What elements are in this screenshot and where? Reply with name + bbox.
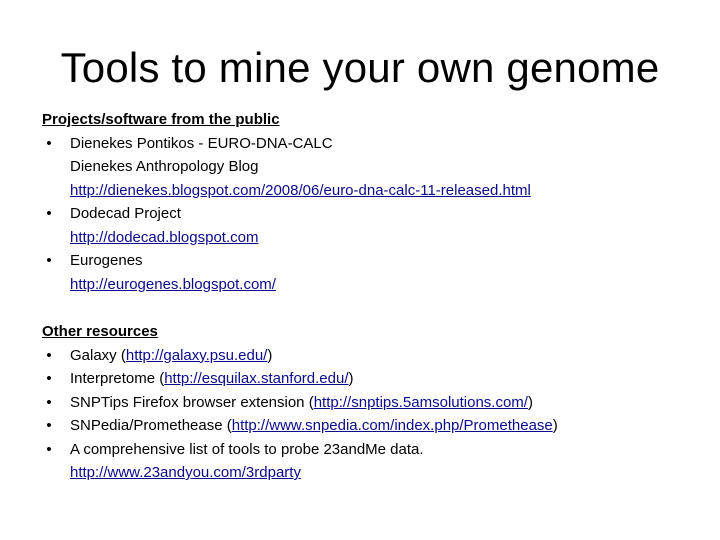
item-text: Galaxy ( xyxy=(70,346,126,364)
item-text-suffix: ) xyxy=(348,370,354,387)
other-resources-list: • Galaxy (http://galaxy.psu.edu/) • Inte… xyxy=(42,344,702,485)
interpretome-link[interactable]: http://esquilax.stanford.edu/ xyxy=(164,370,348,387)
item-title: Eurogenes xyxy=(70,252,143,269)
public-projects-list: • Dienekes Pontikos - EURO-DNA-CALC Dien… xyxy=(42,132,702,297)
23andyou-3rdparty-link[interactable]: http://www.23andyou.com/3rdparty xyxy=(70,464,301,481)
item-text-suffix: ) xyxy=(552,417,558,434)
bullet-icon: • xyxy=(46,134,52,152)
item-text-suffix: ) xyxy=(267,346,273,364)
item-text-suffix: ) xyxy=(527,393,533,411)
bullet-icon: • xyxy=(46,370,52,387)
section-heading-public: Projects/software from the public xyxy=(42,111,280,128)
snpedia-link[interactable]: http://www.snpedia.com/index.php/Prometh… xyxy=(232,417,553,434)
bullet-icon: • xyxy=(46,346,52,364)
item-text: A comprehensive list of tools to probe 2… xyxy=(70,440,424,458)
slide-title: Tools to mine your own genome xyxy=(60,44,660,91)
bullet-icon: • xyxy=(46,417,52,434)
list-item-snptips: • SNPTips Firefox browser extension (htt… xyxy=(42,391,702,415)
list-item-eurogenes: • Eurogenes http://eurogenes.blogspot.co… xyxy=(42,249,702,296)
list-item-dodecad: • Dodecad Project http://dodecad.blogspo… xyxy=(42,202,702,249)
item-subtitle: Dienekes Anthropology Blog xyxy=(70,158,259,175)
bullet-icon: • xyxy=(46,393,52,411)
list-item-euro-dna-calc: • Dienekes Pontikos - EURO-DNA-CALC Dien… xyxy=(42,132,702,203)
item-title: Dodecad Project xyxy=(70,205,181,222)
dienekes-blog-link[interactable]: http://dienekes.blogspot.com/2008/06/eur… xyxy=(70,182,531,199)
item-text: SNPedia/Promethease ( xyxy=(70,417,232,434)
dodecad-link[interactable]: http://dodecad.blogspot.com xyxy=(70,229,258,246)
item-text: Interpretome ( xyxy=(70,370,165,387)
bullet-icon: • xyxy=(46,252,52,269)
list-item-interpretome: • Interpretome (http://esquilax.stanford… xyxy=(42,367,702,391)
snptips-link[interactable]: http://snptips.5amsolutions.com/ xyxy=(314,394,528,411)
bullet-icon: • xyxy=(46,440,52,458)
section-heading-other: Other resources xyxy=(42,323,158,340)
list-item-23andme-tools: • A comprehensive list of tools to probe… xyxy=(42,438,702,485)
bullet-icon: • xyxy=(46,205,52,222)
eurogenes-link[interactable]: http://eurogenes.blogspot.com/ xyxy=(70,276,276,293)
list-item-galaxy: • Galaxy (http://galaxy.psu.edu/) xyxy=(42,344,702,368)
item-title: Dienekes Pontikos - EURO-DNA-CALC xyxy=(70,134,333,152)
item-text: SNPTips Firefox browser extension ( xyxy=(70,393,314,411)
list-item-snpedia: • SNPedia/Promethease (http://www.snpedi… xyxy=(42,414,702,438)
galaxy-link[interactable]: http://galaxy.psu.edu/ xyxy=(126,347,267,364)
slide-body: Projects/software from the public • Dien… xyxy=(42,108,702,485)
